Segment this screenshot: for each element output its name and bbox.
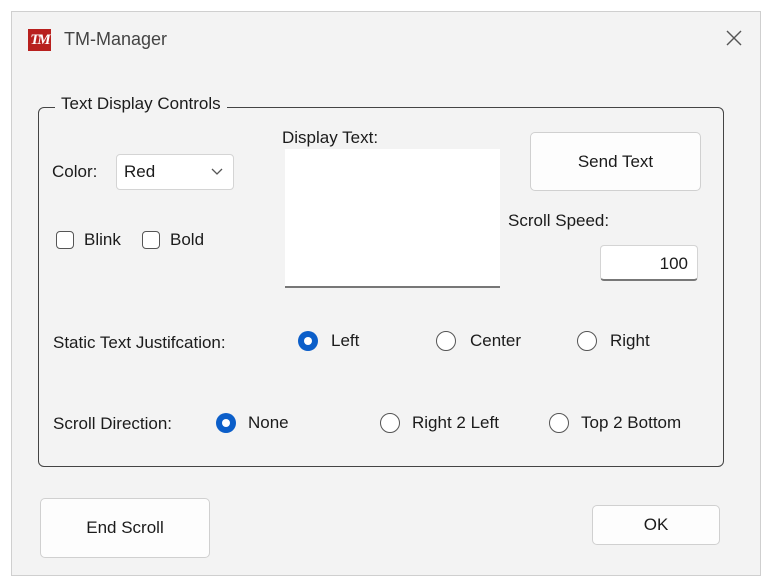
blink-checkbox[interactable] [56,231,74,249]
justify-left-label: Left [331,331,360,350]
scroll-speed-label: Scroll Speed: [508,211,610,230]
blink-label: Blink [84,230,121,249]
display-text-input[interactable] [285,149,500,288]
close-button[interactable] [708,12,760,64]
window-title: TM-Manager [64,29,168,49]
chevron-down-icon [211,168,223,175]
color-select[interactable]: Red [116,154,234,190]
ok-button[interactable]: OK [592,505,720,545]
color-label: Color: [52,162,98,181]
scroll-right2left-radio[interactable] [380,413,400,433]
justify-center-radio[interactable] [436,331,456,351]
scroll-speed-input[interactable]: 100 [600,245,698,281]
group-legend: Text Display Controls [55,94,227,114]
app-logo-icon: TM [28,29,51,51]
bold-checkbox[interactable] [142,231,160,249]
justify-left-radio[interactable] [298,331,318,351]
justify-right-radio[interactable] [577,331,597,351]
bold-label: Bold [170,230,205,249]
color-select-value: Red [124,162,156,181]
scroll-direction-label: Scroll Direction: [53,414,173,433]
scroll-top2bottom-radio[interactable] [549,413,569,433]
scroll-none-label: None [248,413,289,432]
title-bar: TM TM-Manager [12,12,760,72]
justify-center-label: Center [470,331,522,350]
scroll-top2bottom-label: Top 2 Bottom [581,413,682,432]
close-icon [726,30,742,46]
display-text-label: Display Text: [282,128,379,147]
send-text-button[interactable]: Send Text [530,132,701,191]
justify-right-label: Right [610,331,650,350]
justification-label: Static Text Justifcation: [53,333,226,352]
scroll-none-radio[interactable] [216,413,236,433]
scroll-right2left-label: Right 2 Left [412,413,499,432]
end-scroll-button[interactable]: End Scroll [40,498,210,558]
